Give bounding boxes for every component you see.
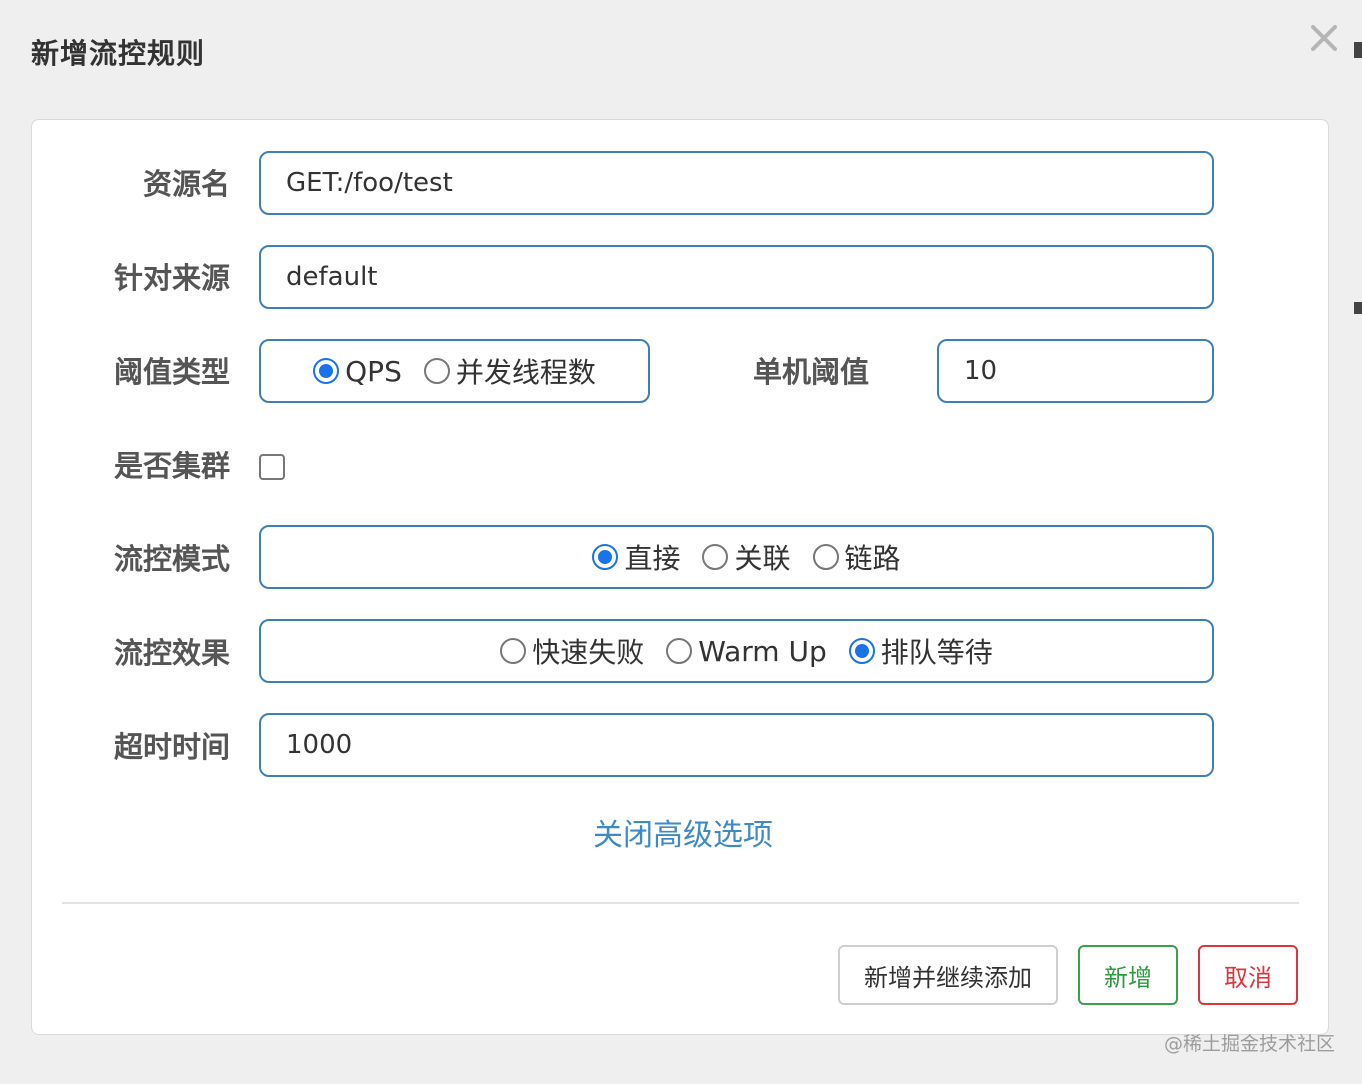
flow-mode-option-direct[interactable]: 直接 bbox=[592, 537, 680, 577]
add-and-continue-button[interactable]: 新增并继续添加 bbox=[838, 945, 1058, 1005]
radio-button[interactable] bbox=[812, 544, 839, 570]
dialog-title: 新增流控规则 bbox=[31, 37, 206, 70]
flow-effect-option-warm-up[interactable]: Warm Up bbox=[666, 635, 827, 668]
advanced-options-toggle-label: 关闭高级选项 bbox=[593, 818, 773, 853]
single-threshold-label: 单机阈值 bbox=[753, 355, 870, 389]
threshold-type-option-threads[interactable]: 并发线程数 bbox=[423, 351, 596, 391]
radio-button[interactable] bbox=[500, 638, 527, 664]
radio-label: Warm Up bbox=[698, 634, 827, 668]
cluster-label: 是否集群 bbox=[113, 449, 230, 483]
radio-label: 排队等待 bbox=[880, 636, 993, 669]
cluster-checkbox[interactable] bbox=[259, 454, 285, 480]
radio-label: 链路 bbox=[844, 542, 901, 575]
background-edge-fragment bbox=[1354, 42, 1362, 58]
divider bbox=[62, 902, 1299, 904]
radio-label: 并发线程数 bbox=[455, 356, 596, 389]
watermark: @稀土掘金技术社区 bbox=[1163, 1033, 1335, 1055]
radio-button[interactable] bbox=[702, 544, 729, 570]
advanced-options-toggle[interactable]: 关闭高级选项 bbox=[32, 810, 1330, 854]
source-input[interactable] bbox=[259, 245, 1214, 309]
threshold-type-group: QPS 并发线程数 bbox=[259, 339, 650, 403]
radio-label: 关联 bbox=[734, 542, 791, 575]
threshold-type-label: 阈值类型 bbox=[113, 355, 230, 389]
resource-input[interactable] bbox=[259, 151, 1214, 215]
source-label: 针对来源 bbox=[113, 261, 230, 295]
flow-effect-option-queue[interactable]: 排队等待 bbox=[848, 631, 993, 671]
radio-label: 快速失败 bbox=[532, 636, 645, 669]
flow-mode-option-chain[interactable]: 链路 bbox=[812, 537, 901, 577]
flow-effect-group: 快速失败 Warm Up 排队等待 bbox=[259, 619, 1214, 683]
radio-button[interactable] bbox=[313, 358, 340, 384]
radio-button[interactable] bbox=[423, 358, 450, 384]
radio-label: QPS bbox=[345, 354, 402, 388]
close-icon[interactable] bbox=[1306, 20, 1342, 56]
threshold-type-option-qps[interactable]: QPS bbox=[313, 355, 402, 388]
timeout-input[interactable] bbox=[259, 713, 1214, 777]
timeout-label: 超时时间 bbox=[113, 730, 230, 764]
cancel-button[interactable]: 取消 bbox=[1198, 945, 1298, 1005]
radio-button[interactable] bbox=[848, 638, 875, 664]
flow-mode-group: 直接 关联 链路 bbox=[259, 525, 1214, 589]
flow-effect-label: 流控效果 bbox=[113, 636, 230, 670]
form-panel: 资源名 针对来源 阈值类型 QPS 并发线程数 单机阈值 是否集群 流控模式 bbox=[31, 119, 1329, 1035]
add-button[interactable]: 新增 bbox=[1078, 945, 1178, 1005]
single-threshold-input[interactable] bbox=[937, 339, 1214, 403]
flow-mode-label: 流控模式 bbox=[113, 542, 230, 576]
background-edge-fragment bbox=[1354, 302, 1362, 314]
radio-button[interactable] bbox=[666, 638, 693, 664]
resource-label: 资源名 bbox=[142, 167, 230, 201]
radio-button[interactable] bbox=[592, 544, 619, 570]
radio-label: 直接 bbox=[624, 542, 681, 575]
flow-effect-option-fail-fast[interactable]: 快速失败 bbox=[500, 631, 644, 671]
flow-rule-dialog: 新增流控规则 资源名 针对来源 阈值类型 QPS 并发线程数 单机阈值 是否集群 bbox=[0, 0, 1362, 1084]
flow-mode-option-related[interactable]: 关联 bbox=[702, 537, 791, 577]
